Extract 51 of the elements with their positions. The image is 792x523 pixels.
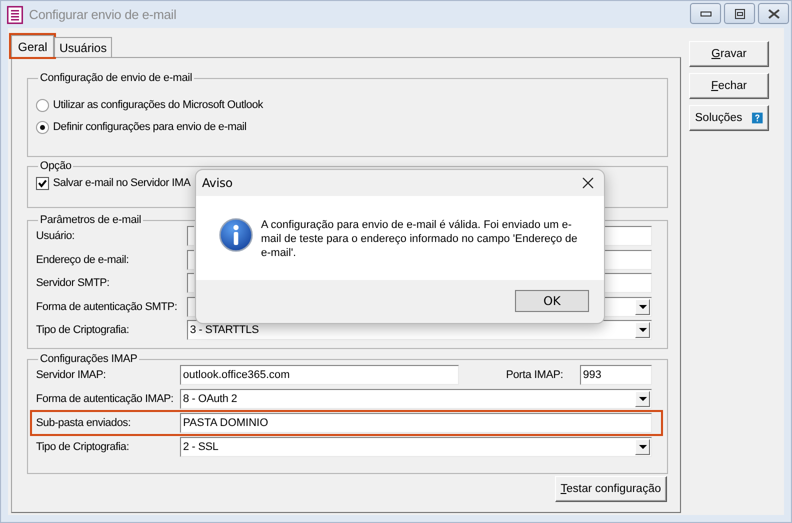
field-label: Tipo de Criptografia:	[36, 324, 130, 336]
radio-label: Definir configurações para envio de e-mail	[53, 121, 246, 133]
maximize-button[interactable]	[724, 3, 755, 24]
ok-button[interactable]: OK	[515, 290, 589, 312]
minimize-icon	[700, 10, 712, 18]
input-field[interactable]: PASTA DOMINIO	[180, 413, 652, 433]
field-label: Forma de autenticação SMTP:	[36, 300, 178, 312]
dialog-message: A configuração para envio de e-mail é válida. Foi enviado um e-mail de teste para o endereço informado no campo 'Endereço de e-mail'.	[261, 218, 578, 260]
dropdown-field[interactable]: 8 - OAuth 2	[180, 388, 652, 408]
info-icon	[219, 218, 253, 252]
field-label: Servidor SMTP:	[36, 277, 110, 289]
close-button[interactable]	[580, 175, 596, 191]
side-button[interactable]: Fechar	[689, 73, 769, 99]
field-label: Servidor IMAP:	[36, 369, 107, 381]
field-label: Tipo de Criptografia:	[36, 441, 130, 453]
input-field[interactable]	[187, 226, 194, 246]
input-field[interactable]	[187, 250, 194, 270]
window-title: Configurar envio de e-mail	[29, 7, 176, 22]
group-title: Opção	[39, 160, 72, 172]
side-button[interactable]: Soluções	[689, 105, 769, 131]
field-label: Usuário:	[36, 230, 76, 242]
dropdown-field[interactable]: 2 - SSL	[180, 437, 652, 457]
field-label: Endereço de e-mail:	[36, 254, 130, 266]
field-label: Sub-pasta enviados:	[36, 417, 132, 429]
group-title: Parâmetros de e-mail	[39, 214, 142, 226]
side-button[interactable]: Gravar	[689, 41, 769, 67]
field-label: Forma de autenticação IMAP:	[36, 392, 174, 404]
test-button[interactable]: Testar configuração	[554, 476, 667, 502]
radio-button[interactable]	[36, 120, 49, 134]
tab[interactable]: Usuários	[54, 37, 112, 57]
group-title: Configurações IMAP	[39, 353, 138, 365]
field-label: Porta IMAP:	[506, 369, 564, 381]
checkbox[interactable]	[36, 176, 49, 190]
group-title: Configuração de envio de e-mail	[39, 72, 194, 84]
caret-icon	[635, 439, 650, 455]
input-field[interactable]	[187, 273, 194, 293]
tab[interactable]: Geral	[11, 35, 54, 57]
maximize-icon	[734, 8, 746, 18]
input-field[interactable]: 993	[580, 365, 652, 385]
checkbox-label: Salvar e-mail no Servidor IMA	[53, 177, 190, 189]
radio-button[interactable]	[36, 98, 49, 112]
close-icon	[766, 8, 780, 18]
document-icon	[7, 6, 23, 24]
input-field[interactable]: outlook.office365.com	[180, 365, 459, 385]
radio-label: Utilizar as configurações do Microsoft Outlook	[53, 99, 263, 111]
close-icon	[582, 177, 594, 189]
caret-icon	[635, 322, 650, 338]
dialog-title: Aviso	[202, 176, 233, 190]
caret-icon	[635, 390, 650, 406]
close-button[interactable]	[758, 3, 789, 24]
minimize-button[interactable]	[690, 3, 721, 24]
